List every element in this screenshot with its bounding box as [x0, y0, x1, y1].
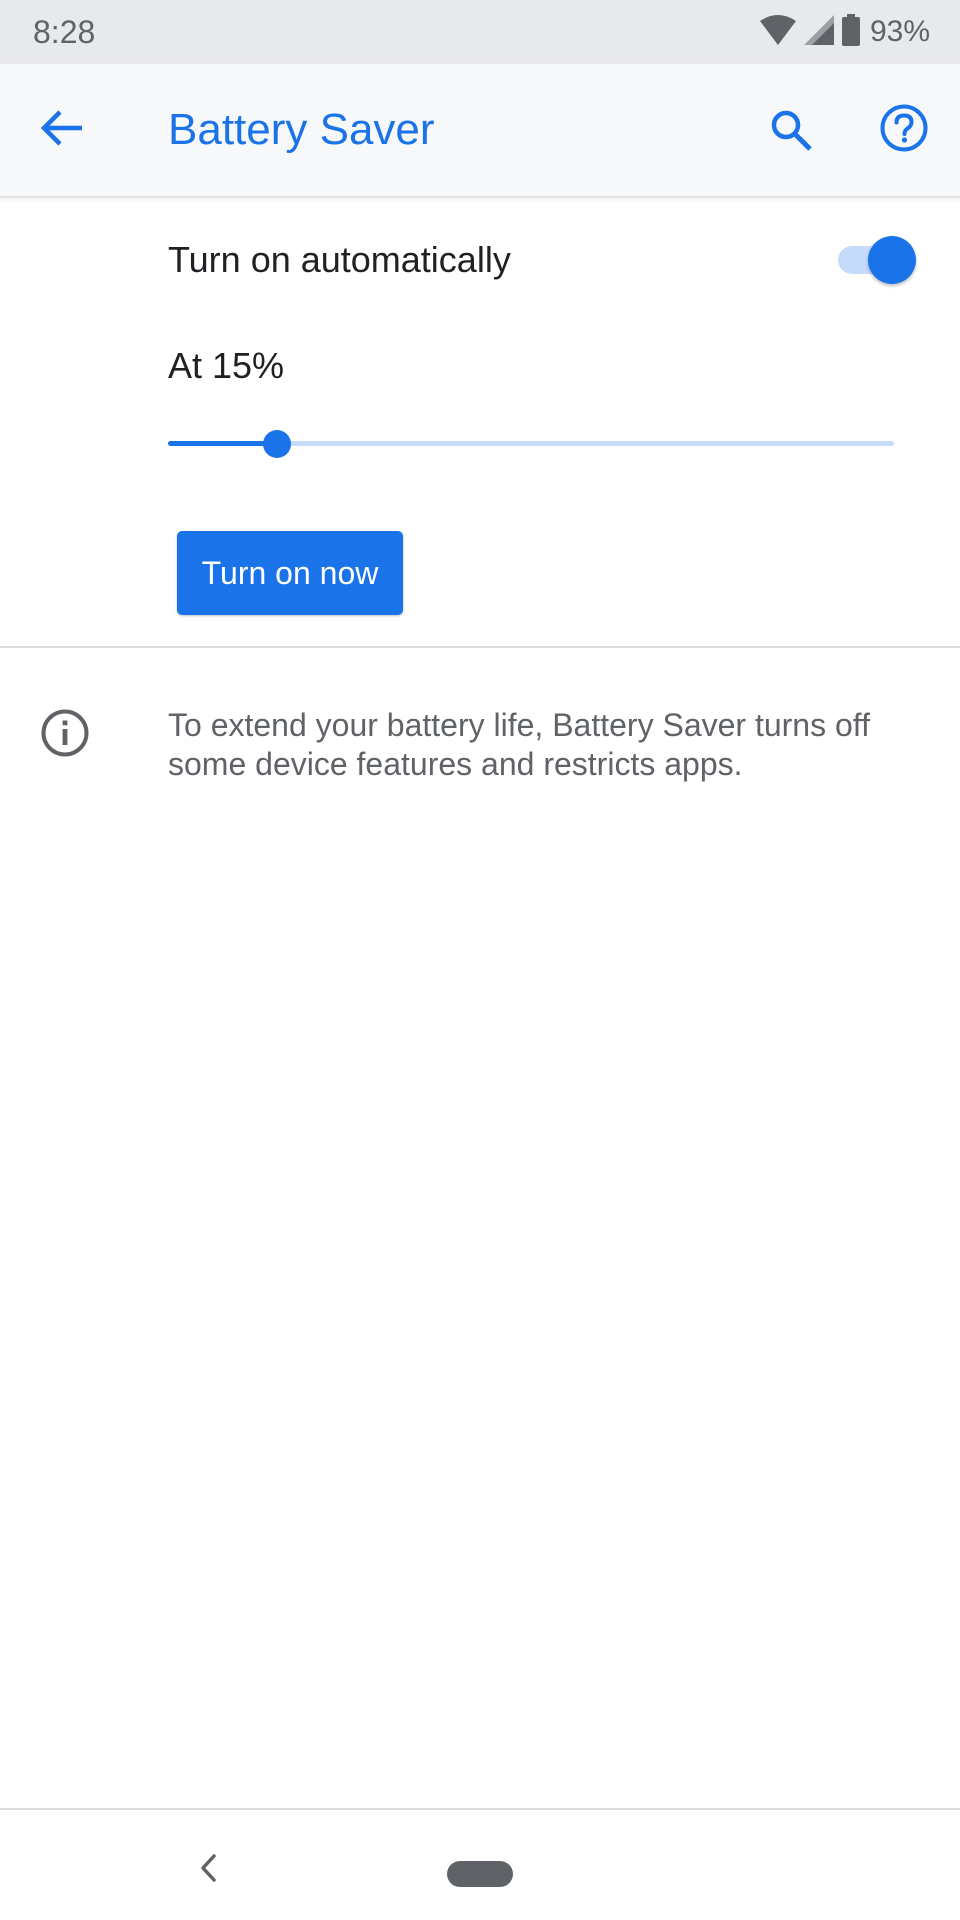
- threshold-label: At 15%: [168, 345, 285, 386]
- divider: [0, 646, 960, 648]
- slider-thumb[interactable]: [263, 430, 291, 458]
- auto-schedule-row[interactable]: Turn on automatically: [0, 200, 960, 320]
- help-button[interactable]: [876, 102, 932, 158]
- search-icon: [769, 108, 813, 157]
- search-button[interactable]: [763, 104, 819, 160]
- back-button[interactable]: [34, 102, 90, 158]
- wifi-icon: [759, 14, 796, 50]
- info-description: To extend your battery life, Battery Sav…: [168, 707, 870, 782]
- turn-on-now-button[interactable]: Turn on now: [177, 531, 403, 615]
- auto-schedule-toggle[interactable]: [836, 234, 916, 286]
- slider-fill: [168, 441, 277, 446]
- toggle-thumb: [868, 236, 916, 284]
- info-icon: [40, 708, 90, 758]
- status-time: 8:28: [33, 14, 96, 50]
- arrow-back-icon: [40, 109, 84, 151]
- app-bar: Battery Saver: [0, 64, 960, 198]
- battery-percent: 93%: [869, 15, 930, 48]
- cell-signal-icon: [803, 14, 834, 50]
- nav-back-icon: [198, 1853, 218, 1888]
- status-icons: 93%: [759, 13, 930, 51]
- nav-back-button[interactable]: [188, 1850, 228, 1890]
- status-bar: 8:28 93%: [0, 0, 960, 64]
- threshold-slider[interactable]: [168, 424, 894, 464]
- battery-saver-screen: 8:28 93% Battery Saver Turn on automatic…: [0, 0, 960, 1920]
- page-title: Battery Saver: [168, 105, 435, 154]
- battery-icon: [841, 13, 860, 51]
- auto-schedule-label: Turn on automatically: [168, 239, 511, 280]
- home-pill-icon[interactable]: [447, 1861, 513, 1887]
- navigation-bar: [0, 1808, 960, 1920]
- help-circle-icon: [879, 103, 929, 158]
